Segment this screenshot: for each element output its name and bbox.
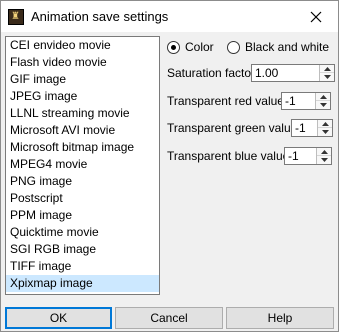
transparent-green-spinbox[interactable]: -1: [291, 119, 333, 137]
window-title: Animation save settings: [31, 9, 169, 24]
list-item[interactable]: TIFF image: [6, 258, 159, 275]
list-item[interactable]: SGI RGB image: [6, 241, 159, 258]
saturation-spinbox[interactable]: 1.00: [251, 64, 335, 82]
list-item[interactable]: LLNL streaming movie: [6, 105, 159, 122]
transparent-red-value[interactable]: -1: [285, 93, 296, 109]
list-item-selected[interactable]: Xpixmap image: [6, 275, 159, 292]
transparent-red-up-button[interactable]: [316, 93, 330, 101]
transparent-blue-down-button[interactable]: [317, 156, 331, 164]
transparent-red-spinbox[interactable]: -1: [281, 92, 331, 110]
list-item[interactable]: Quicktime movie: [6, 224, 159, 241]
up-arrow-icon: [319, 94, 327, 99]
list-item[interactable]: PPM image: [6, 207, 159, 224]
list-item[interactable]: CEI envideo movie: [6, 37, 159, 54]
list-item[interactable]: Microsoft AVI movie: [6, 122, 159, 139]
list-item[interactable]: MPEG4 movie: [6, 156, 159, 173]
transparent-blue-label: Transparent blue value: [167, 149, 290, 163]
black-and-white-radio-label: Black and white: [245, 40, 330, 54]
transparent-green-label: Transparent green value: [167, 121, 298, 135]
radio-checked-icon[interactable]: [167, 40, 180, 54]
format-listbox[interactable]: CEI envideo movie Flash video movie GIF …: [5, 36, 160, 295]
transparent-green-up-button[interactable]: [318, 120, 332, 128]
radio-unchecked-icon[interactable]: [227, 40, 240, 54]
list-item[interactable]: Microsoft bitmap image: [6, 139, 159, 156]
cancel-button[interactable]: Cancel: [115, 307, 223, 329]
ok-button[interactable]: OK: [5, 307, 112, 329]
down-arrow-icon: [323, 75, 331, 79]
saturation-up-button[interactable]: [320, 65, 334, 73]
color-radio[interactable]: Color: [167, 39, 214, 55]
app-icon: ♜: [8, 9, 24, 25]
title-bar: ♜ Animation save settings: [1, 1, 338, 32]
saturation-label: Saturation factor: [167, 66, 256, 80]
list-item[interactable]: PNG image: [6, 173, 159, 190]
saturation-value[interactable]: 1.00: [255, 65, 278, 81]
list-item[interactable]: Flash video movie: [6, 54, 159, 71]
saturation-down-button[interactable]: [320, 73, 334, 81]
up-arrow-icon: [323, 66, 331, 71]
list-item[interactable]: Postscript: [6, 190, 159, 207]
list-item[interactable]: JPEG image: [6, 88, 159, 105]
close-button[interactable]: [294, 1, 338, 32]
transparent-red-down-button[interactable]: [316, 101, 330, 109]
black-and-white-radio[interactable]: Black and white: [227, 39, 329, 55]
help-button[interactable]: Help: [226, 307, 334, 329]
down-arrow-icon: [319, 103, 327, 107]
transparent-green-down-button[interactable]: [318, 128, 332, 136]
down-arrow-icon: [321, 130, 329, 134]
transparent-blue-value[interactable]: -1: [288, 148, 299, 164]
down-arrow-icon: [320, 158, 328, 162]
transparent-red-label: Transparent red value: [167, 94, 284, 108]
up-arrow-icon: [321, 121, 329, 126]
list-item[interactable]: GIF image: [6, 71, 159, 88]
transparent-blue-up-button[interactable]: [317, 148, 331, 156]
transparent-blue-spinbox[interactable]: -1: [284, 147, 332, 165]
close-icon: [310, 11, 322, 22]
up-arrow-icon: [320, 149, 328, 154]
dialog-window: ♜ Animation save settings CEI envideo mo…: [0, 0, 339, 332]
transparent-green-value[interactable]: -1: [295, 120, 306, 136]
color-radio-label: Color: [185, 40, 214, 54]
